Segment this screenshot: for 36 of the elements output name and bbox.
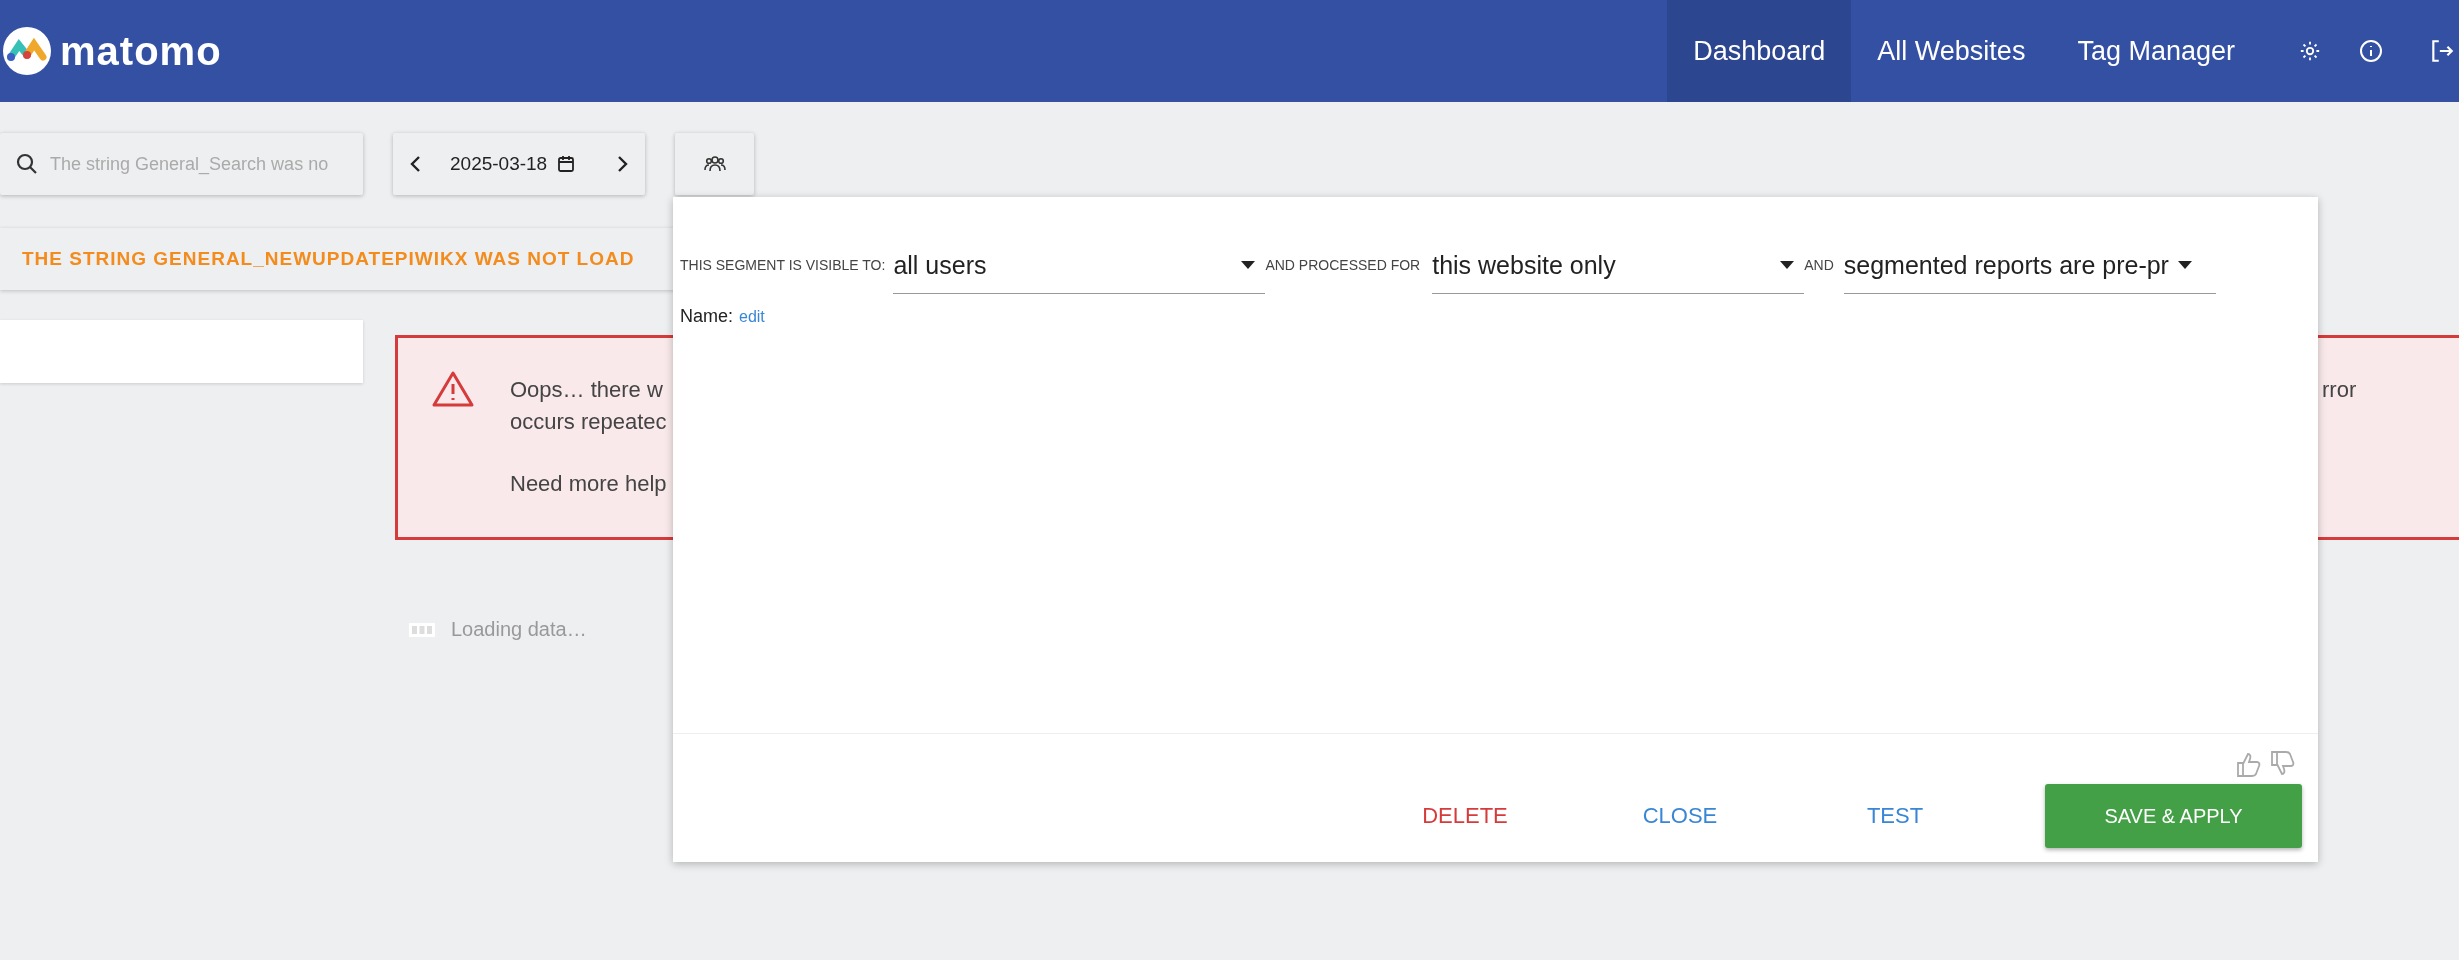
users-icon xyxy=(703,155,726,173)
error-text: occurs repeatec xyxy=(510,408,667,436)
select-field[interactable]: all users xyxy=(893,237,1266,294)
error-text: Oops… there w xyxy=(510,376,664,404)
notification-text: THE STRING GENERAL_NEWUPDATEPIWIKX WAS NOT LOAD xyxy=(22,248,635,270)
select-label: THIS SEGMENT IS VISIBLE TO: xyxy=(680,257,886,273)
caret-icon xyxy=(1780,261,1795,269)
edit-link[interactable]: edit xyxy=(739,308,765,325)
nav-link[interactable]: Tag Manager xyxy=(2051,0,2261,102)
delete-button[interactable]: DELETE xyxy=(1375,785,1555,847)
warning-icon xyxy=(431,370,475,408)
settings-icon[interactable] xyxy=(2299,40,2321,62)
date-picker[interactable]: 2025-03-18 xyxy=(450,153,548,175)
logout-icon[interactable] xyxy=(2429,38,2455,64)
select-field[interactable]: segmented reports are pre-pr xyxy=(1843,237,2216,294)
calendar-icon[interactable] xyxy=(557,155,576,173)
thumbs-down-icon[interactable] xyxy=(2270,750,2296,778)
caret-icon xyxy=(2177,261,2192,269)
loading-text: Loading data… xyxy=(451,618,587,641)
search-field[interactable]: The string General_Search was no xyxy=(0,133,363,195)
text-button[interactable]: CLOSE xyxy=(1590,785,1770,847)
name-label: Name: xyxy=(680,306,733,326)
thumbs-up-icon[interactable] xyxy=(2236,750,2262,778)
help-text: Need more help xyxy=(510,470,667,498)
logo-text: matomo xyxy=(60,28,222,74)
caret-icon xyxy=(1241,261,1256,269)
logo-icon xyxy=(2,26,52,76)
info-icon[interactable] xyxy=(2359,39,2383,63)
error-text: rror xyxy=(2322,376,2357,404)
nav-link[interactable]: All Websites xyxy=(1851,0,2052,102)
select-field[interactable]: this website only xyxy=(1432,237,1805,294)
nav-link[interactable]: Dashboard xyxy=(1667,0,1852,102)
select-label: AND PROCESSED FOR xyxy=(1265,257,1421,273)
select-label: AND xyxy=(1804,257,1834,273)
loading-icon xyxy=(409,622,435,637)
text-button[interactable]: TEST xyxy=(1805,785,1985,847)
